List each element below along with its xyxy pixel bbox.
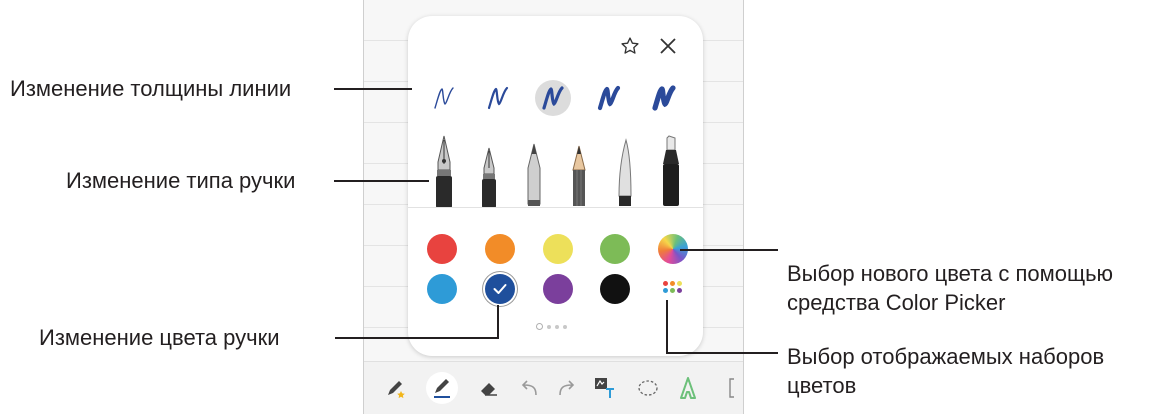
callout-palettes-2: цветов [787,373,857,398]
style-icon[interactable] [676,376,700,400]
color-green[interactable] [600,234,630,264]
color-yellow[interactable] [543,234,573,264]
color-purple[interactable] [543,274,573,304]
pen-settings-panel [408,16,703,356]
pen-icon[interactable] [426,372,458,404]
thickness-option-1[interactable] [426,80,462,116]
color-black[interactable] [600,274,630,304]
thickness-option-2[interactable] [480,80,516,116]
color-orange[interactable] [485,234,515,264]
ballpoint-pen-icon[interactable] [519,134,549,212]
redo-icon[interactable] [555,376,579,400]
callout-pen-color: Изменение цвета ручки [39,325,280,350]
close-icon[interactable] [656,34,680,58]
undo-icon[interactable] [517,376,541,400]
color-navy-selected[interactable] [485,274,515,304]
text-convert-icon[interactable] [593,376,617,400]
leader-palettes-h [666,352,778,354]
leader-palettes-v [666,300,668,354]
callout-color-picker-1: Выбор нового цвета с помощью [787,261,1114,286]
fountain-pen-icon[interactable] [429,134,459,212]
marker-icon[interactable] [656,134,686,212]
callout-color-picker-2: средства Color Picker [787,290,1006,315]
pencil-icon[interactable] [564,134,594,212]
callout-pen-type: Изменение типа ручки [66,168,296,193]
thickness-option-5[interactable] [646,80,682,116]
eraser-icon[interactable] [477,376,501,400]
thickness-option-4[interactable] [591,80,627,116]
leader-pen-color-h [335,337,499,339]
callout-palettes-1: Выбор отображаемых наборов [787,344,1105,369]
calligraphy-pen-icon[interactable] [474,134,504,212]
page-indicator [536,323,567,330]
more-tools-icon[interactable] [719,376,743,400]
callout-line-thickness: Изменение толщины линии [10,76,292,101]
favorite-star-icon[interactable] [618,34,642,58]
leader-pen-type [334,180,429,182]
lasso-icon[interactable] [636,376,660,400]
pen-favorite-icon[interactable] [384,376,408,400]
checkmark-icon [493,284,507,294]
color-palettes-icon[interactable] [663,281,682,293]
leader-color-picker [680,249,778,251]
thickness-option-3[interactable] [535,80,571,116]
color-red[interactable] [427,234,457,264]
panel-divider [408,207,703,208]
leader-line-thickness [334,88,412,90]
brush-pen-icon[interactable] [610,134,640,212]
leader-pen-color-v [497,305,499,339]
color-blue[interactable] [427,274,457,304]
bottom-toolbar [364,361,743,414]
